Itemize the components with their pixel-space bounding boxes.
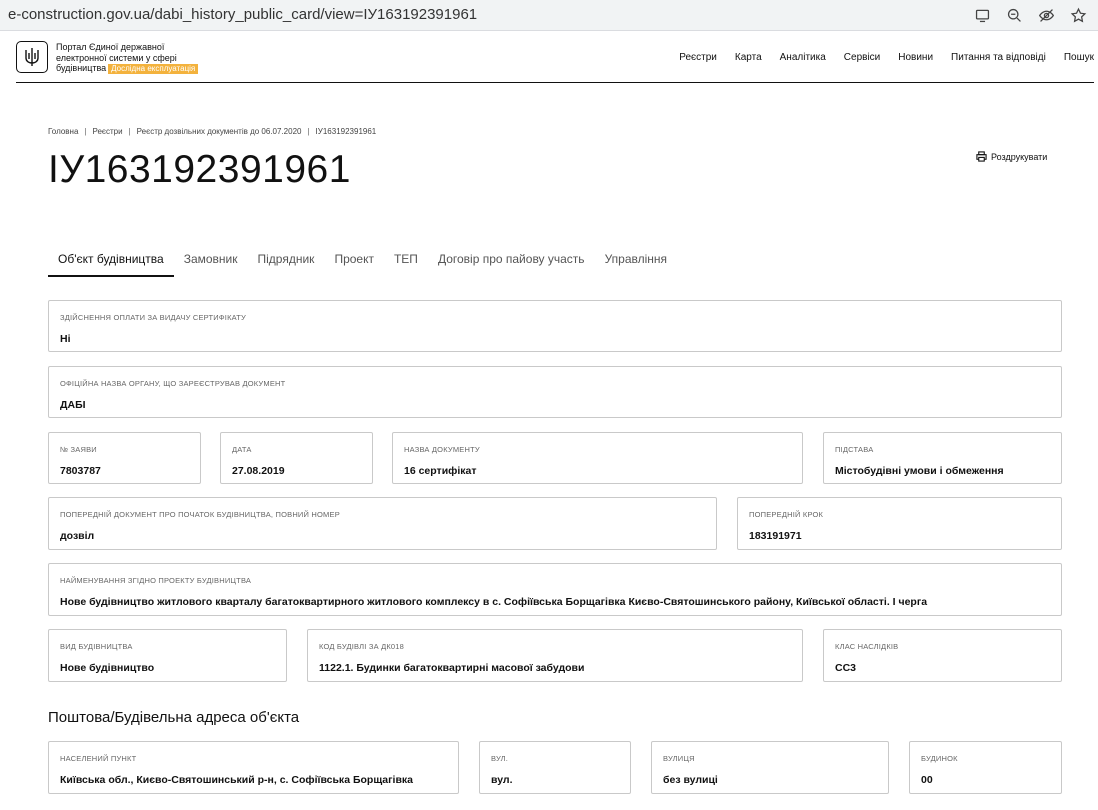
breadcrumb-registries[interactable]: Реєстри [92,127,122,136]
field-value: 27.08.2019 [232,465,285,477]
tab-shared-participation[interactable]: Договір про пайову участь [428,244,595,277]
tab-management[interactable]: Управління [595,244,677,277]
field-label: Здійснення оплати за видачу сертифікату [60,313,246,322]
page-title: ІУ163192391961 [48,148,351,191]
field-label: Будинок [921,754,958,763]
field-value: Ні [60,333,71,345]
field-value: 00 [921,774,933,786]
tab-customer[interactable]: Замовник [174,244,248,277]
field-previous-step: Попередній крок 183191971 [737,497,1062,550]
field-street-type: Вул. вул. [479,741,631,794]
breadcrumb: Головна | Реєстри | Реєстр дозвільних до… [48,127,376,136]
field-label: Клас наслідків [835,642,899,651]
field-consequence-class: Клас наслідків СС3 [823,629,1062,682]
printer-icon [976,151,987,162]
field-building-code: Код будівлі за ДК018 1122.1. Будинки баг… [307,629,803,682]
field-value: Нове будівництво [60,662,155,674]
field-label: Найменування згідно проекту будівництва [60,576,252,585]
breadcrumb-permit-registry[interactable]: Реєстр дозвільних документів до 06.07.20… [137,127,302,136]
field-label: Підстава [835,445,874,454]
field-label: Попередній крок [749,510,824,519]
field-label: Вулиця [663,754,695,763]
field-value: Нове будівництво житлового кварталу бага… [60,596,928,608]
breadcrumb-current: ІУ163192391961 [315,127,377,136]
field-value: 16 сертифікат [404,465,477,477]
field-document-name: Назва документу 16 сертифікат [392,432,803,484]
field-value: 183191971 [749,530,802,542]
breadcrumb-separator: | [128,127,131,136]
nav-services[interactable]: Сервіси [844,52,880,63]
nav-faq[interactable]: Питання та відповіді [951,52,1046,63]
field-label: Населений пункт [60,754,137,763]
field-label: Попередній документ про початок будівниц… [60,510,340,519]
browser-address-bar: e-construction.gov.ua/dabi_history_publi… [0,0,1098,31]
field-basis: Підстава Містобудівні умови і обмеження [823,432,1062,484]
field-value: СС3 [835,662,857,674]
zoom-icon[interactable] [1004,5,1024,25]
breadcrumb-separator: | [307,127,310,136]
bookmark-star-icon[interactable] [1068,5,1088,25]
nav-search[interactable]: Пошук [1064,52,1094,63]
field-label: Назва документу [404,445,480,454]
tab-construction-object[interactable]: Об'єкт будівництва [48,244,174,277]
field-previous-document: Попередній документ про початок будівниц… [48,497,717,550]
breadcrumb-separator: | [84,127,87,136]
field-locality: Населений пункт Київська обл., Києво-Свя… [48,741,459,794]
field-construction-type: Вид будівництва Нове будівництво [48,629,287,682]
nav-news[interactable]: Новини [898,52,933,63]
print-button[interactable]: Роздрукувати [976,151,1047,162]
field-street: Вулиця без вулиці [651,741,889,794]
field-date: Дата 27.08.2019 [220,432,373,484]
field-label: Дата [232,445,252,454]
field-value: Містобудівні умови і обмеження [835,465,1004,477]
field-label: Вул. [491,754,509,763]
logo[interactable] [16,41,48,73]
eye-off-icon[interactable] [1036,5,1056,25]
field-application-number: № заяви 7803787 [48,432,201,484]
field-authority: Офіційна назва органу, що зареєстрував д… [48,366,1062,418]
field-value: 1122.1. Будинки багатоквартирні масової … [319,662,585,674]
field-label: Вид будівництва [60,642,133,651]
site-header: Портал Єдиної державної електронної сист… [16,38,1094,83]
address-heading: Поштова/Будівельна адреса об'єкта [48,709,300,726]
nav-registries[interactable]: Реєстри [679,52,717,63]
field-value: вул. [491,774,513,786]
browser-toolbar-icons [972,5,1088,25]
field-value: дозвіл [60,530,95,542]
field-payment: Здійснення оплати за видачу сертифікату … [48,300,1062,352]
tab-bar: Об'єкт будівництва Замовник Підрядник Пр… [48,244,677,277]
field-building-number: Будинок 00 [909,741,1062,794]
field-label: № заяви [60,445,97,454]
url-text[interactable]: e-construction.gov.ua/dabi_history_publi… [8,6,477,23]
field-value: 7803787 [60,465,101,477]
tab-contractor[interactable]: Підрядник [248,244,325,277]
print-label: Роздрукувати [991,151,1048,162]
field-project-name: Найменування згідно проекту будівництва … [48,563,1062,616]
field-value: Київська обл., Києво-Святошинський р-н, … [60,774,413,786]
field-value: ДАБІ [60,399,86,411]
portal-name[interactable]: Портал Єдиної державної електронної сист… [56,42,226,74]
nav-analytics[interactable]: Аналітика [780,52,826,63]
tab-tep[interactable]: ТЕП [384,244,428,277]
field-label: Офіційна назва органу, що зареєстрував д… [60,379,286,388]
main-nav: Реєстри Карта Аналітика Сервіси Новини П… [679,52,1094,63]
trident-icon [25,48,39,66]
field-label: Код будівлі за ДК018 [319,642,405,651]
cast-icon[interactable] [972,5,992,25]
nav-map[interactable]: Карта [735,52,762,63]
tab-project[interactable]: Проект [324,244,384,277]
beta-badge: Дослідна експлуатація [108,64,199,74]
field-value: без вулиці [663,774,718,786]
breadcrumb-home[interactable]: Головна [48,127,78,136]
